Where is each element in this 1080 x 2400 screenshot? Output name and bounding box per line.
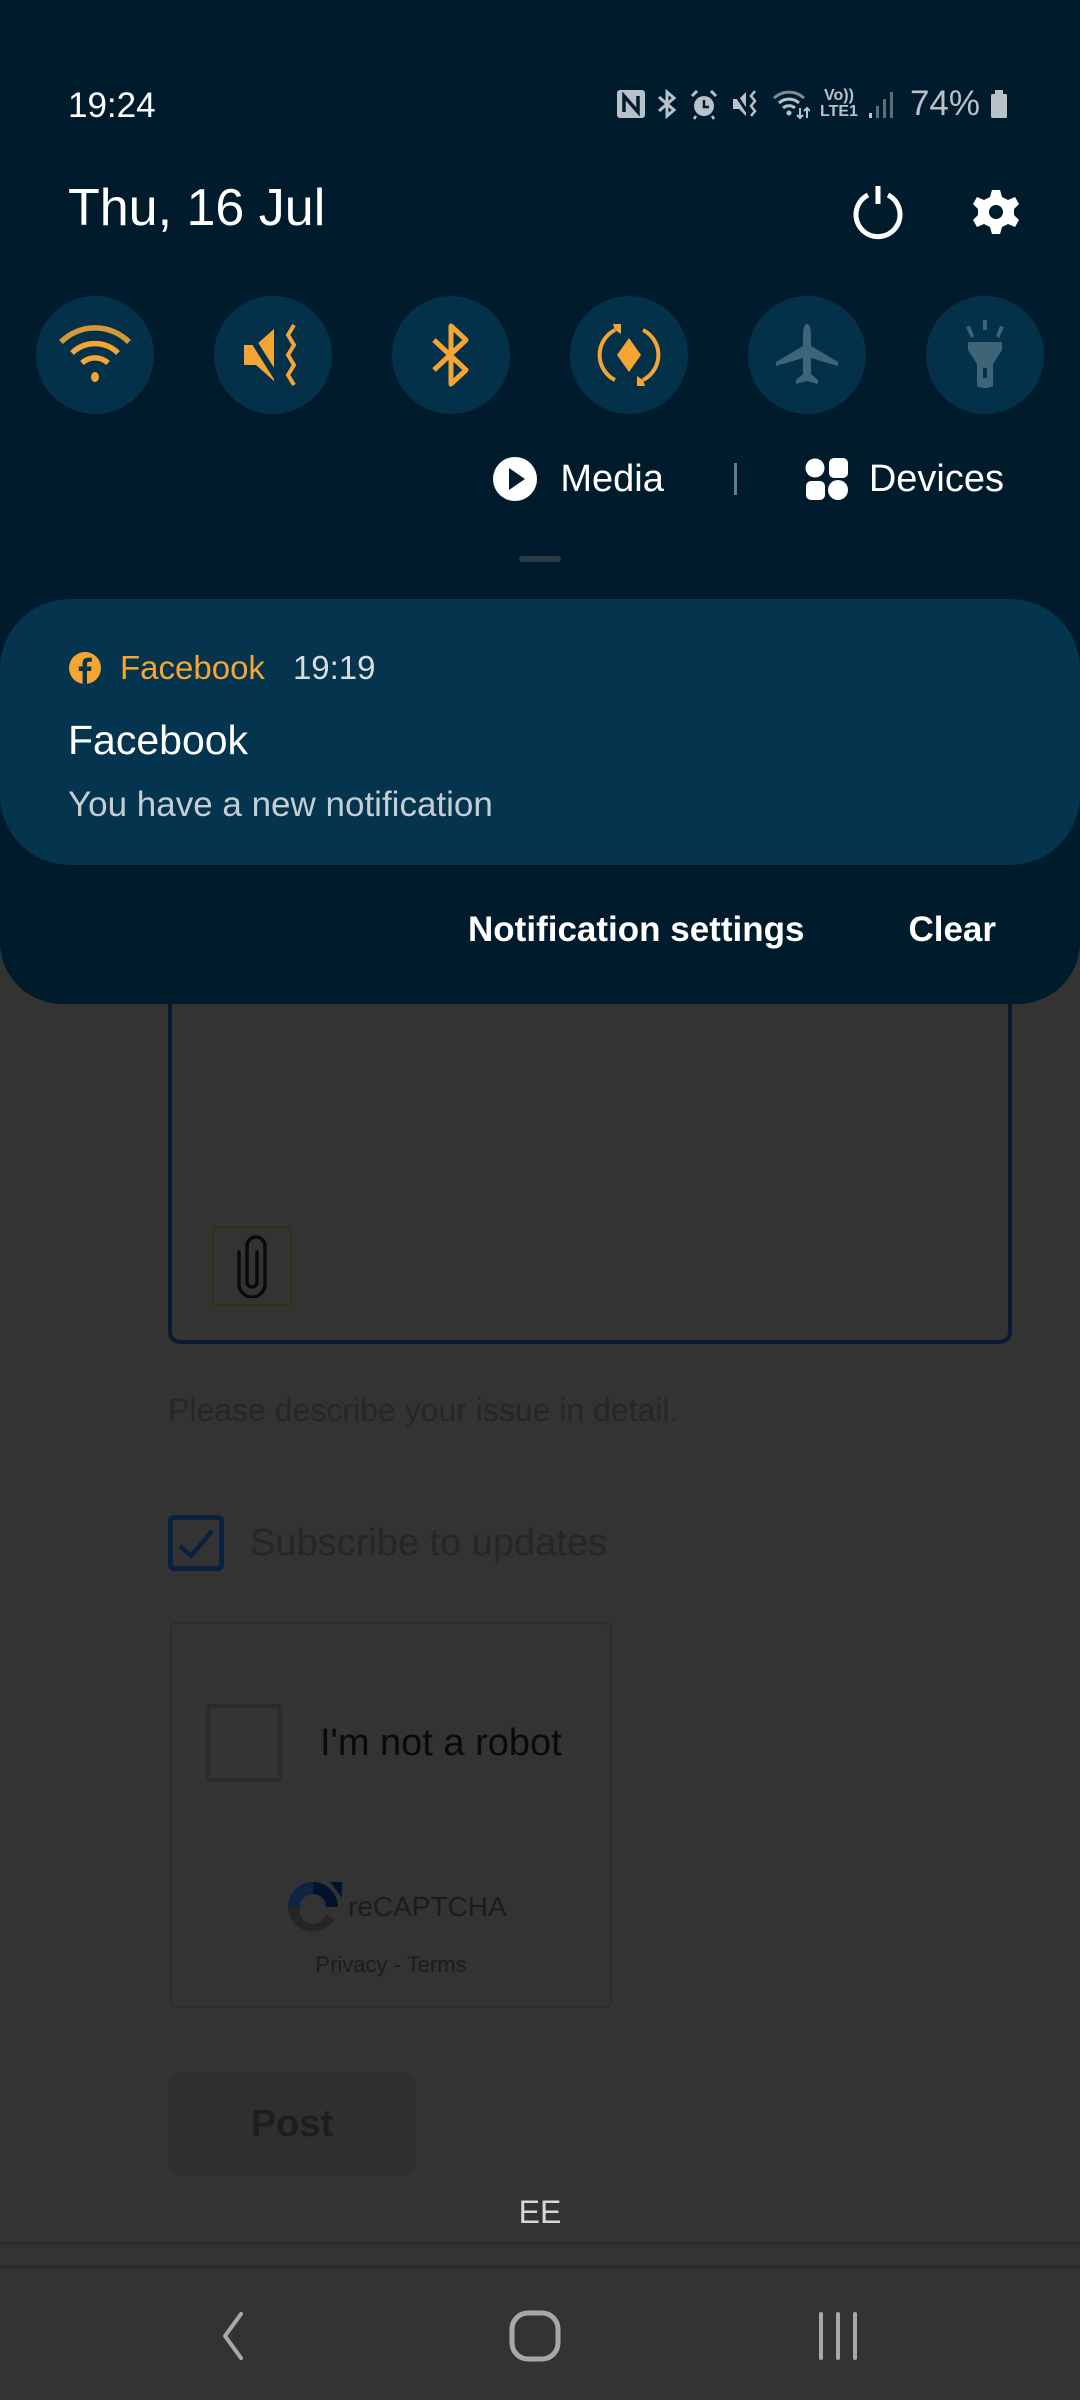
subscribe-option[interactable]: Subscribe to updates bbox=[168, 1515, 607, 1571]
lte-label: LTE1 bbox=[820, 103, 858, 120]
recent-apps-button[interactable] bbox=[778, 2298, 898, 2374]
qs-tile-wifi[interactable] bbox=[36, 296, 154, 414]
recaptcha-brand: reCAPTCHA bbox=[348, 1891, 507, 1922]
play-circle-icon bbox=[493, 457, 538, 501]
volte-lte-icon: Vo)) LTE1 bbox=[820, 88, 858, 120]
gear-icon bbox=[973, 190, 1019, 234]
battery-percentage: 74% bbox=[909, 84, 980, 123]
power-icon bbox=[853, 186, 903, 240]
qs-tile-auto-rotate[interactable] bbox=[570, 296, 688, 414]
recaptcha-widget: I'm not a robot reCAPTCHA Privacy - Term… bbox=[170, 1622, 612, 2008]
settings-button[interactable] bbox=[960, 176, 1032, 248]
media-devices-row: Media Devices bbox=[492, 456, 1004, 502]
status-time: 19:24 bbox=[68, 86, 156, 125]
notification-title: Facebook bbox=[68, 717, 249, 763]
attach-file-button[interactable] bbox=[212, 1226, 292, 1306]
nfc-icon bbox=[616, 89, 646, 119]
signal-icon bbox=[868, 88, 894, 120]
notification-settings-button[interactable]: Notification settings bbox=[468, 910, 804, 950]
recaptcha-logo: reCAPTCHA bbox=[282, 1876, 507, 1938]
wifi-icon bbox=[772, 88, 810, 120]
back-icon bbox=[223, 2312, 243, 2360]
qs-tile-sound-mute[interactable] bbox=[214, 296, 332, 414]
home-button[interactable] bbox=[475, 2298, 595, 2374]
recent-apps-icon bbox=[819, 2312, 857, 2360]
checkmark-icon bbox=[178, 1529, 214, 1560]
vibrate-mute-icon bbox=[243, 323, 297, 387]
qs-tile-flashlight[interactable] bbox=[926, 296, 1044, 414]
flashlight-icon bbox=[966, 320, 1004, 388]
qs-tile-airplane-mode[interactable] bbox=[748, 296, 866, 414]
media-label: Media bbox=[560, 457, 664, 500]
paperclip-icon bbox=[237, 1235, 267, 1298]
shade-drag-handle[interactable] bbox=[519, 556, 561, 562]
recaptcha-label: I'm not a robot bbox=[320, 1722, 562, 1764]
textarea-helper-text: Please describe your issue in detail. bbox=[168, 1392, 679, 1428]
issue-description-textarea[interactable] bbox=[168, 960, 1012, 1344]
notification-header: Facebook 19:19 bbox=[68, 649, 376, 687]
navigation-bar bbox=[0, 2268, 1080, 2400]
subscribe-checkbox[interactable] bbox=[168, 1515, 224, 1571]
divider bbox=[0, 2242, 1080, 2245]
recaptcha-terms-link[interactable]: Terms bbox=[407, 1952, 467, 1977]
alarm-icon bbox=[688, 88, 720, 120]
battery-icon bbox=[990, 89, 1008, 119]
subscribe-label: Subscribe to updates bbox=[250, 1521, 608, 1564]
bluetooth-icon bbox=[432, 323, 469, 387]
recaptcha-privacy-link[interactable]: Privacy bbox=[315, 1952, 387, 1977]
status-bar-icons: Vo)) LTE1 74% bbox=[616, 84, 1008, 124]
wifi-icon bbox=[59, 325, 131, 382]
recaptcha-icon bbox=[288, 1882, 342, 1932]
post-button[interactable]: Post bbox=[168, 2073, 416, 2175]
devices-grid-icon bbox=[805, 458, 848, 500]
qs-tile-bluetooth[interactable] bbox=[392, 296, 510, 414]
notification-body: You have a new notification bbox=[68, 785, 493, 824]
volte-label: Vo)) bbox=[824, 87, 854, 104]
facebook-icon bbox=[69, 652, 101, 684]
media-devices-separator bbox=[733, 463, 737, 495]
airplane-icon bbox=[776, 324, 838, 384]
notification-app-name: Facebook bbox=[120, 649, 265, 686]
devices-label: Devices bbox=[868, 457, 1004, 500]
vibrate-mute-icon bbox=[730, 88, 762, 120]
bluetooth-icon bbox=[656, 88, 678, 120]
shade-actions: Notification settings Clear bbox=[468, 910, 996, 950]
clear-notifications-button[interactable]: Clear bbox=[908, 910, 996, 950]
back-button[interactable] bbox=[172, 2298, 292, 2374]
recaptcha-link-separator: - bbox=[387, 1952, 407, 1977]
carrier-label: EE bbox=[518, 2194, 562, 2230]
notification-card[interactable]: Facebook 19:19 Facebook You have a new n… bbox=[0, 599, 1080, 865]
notification-shade: 19:24 Vo)) LTE1 74% Thu, 16 Jul Media De… bbox=[0, 0, 1080, 1004]
media-button[interactable]: Media bbox=[492, 456, 664, 502]
home-icon bbox=[509, 2310, 561, 2362]
recaptcha-links: Privacy - Terms bbox=[172, 1952, 610, 1978]
notification-time: 19:19 bbox=[292, 649, 376, 686]
date-label: Thu, 16 Jul bbox=[68, 179, 326, 237]
power-button[interactable] bbox=[842, 176, 914, 248]
recaptcha-checkbox[interactable] bbox=[206, 1704, 282, 1782]
devices-button[interactable]: Devices bbox=[805, 457, 1004, 501]
quick-settings bbox=[36, 296, 1044, 414]
auto-rotate-icon bbox=[597, 324, 661, 386]
